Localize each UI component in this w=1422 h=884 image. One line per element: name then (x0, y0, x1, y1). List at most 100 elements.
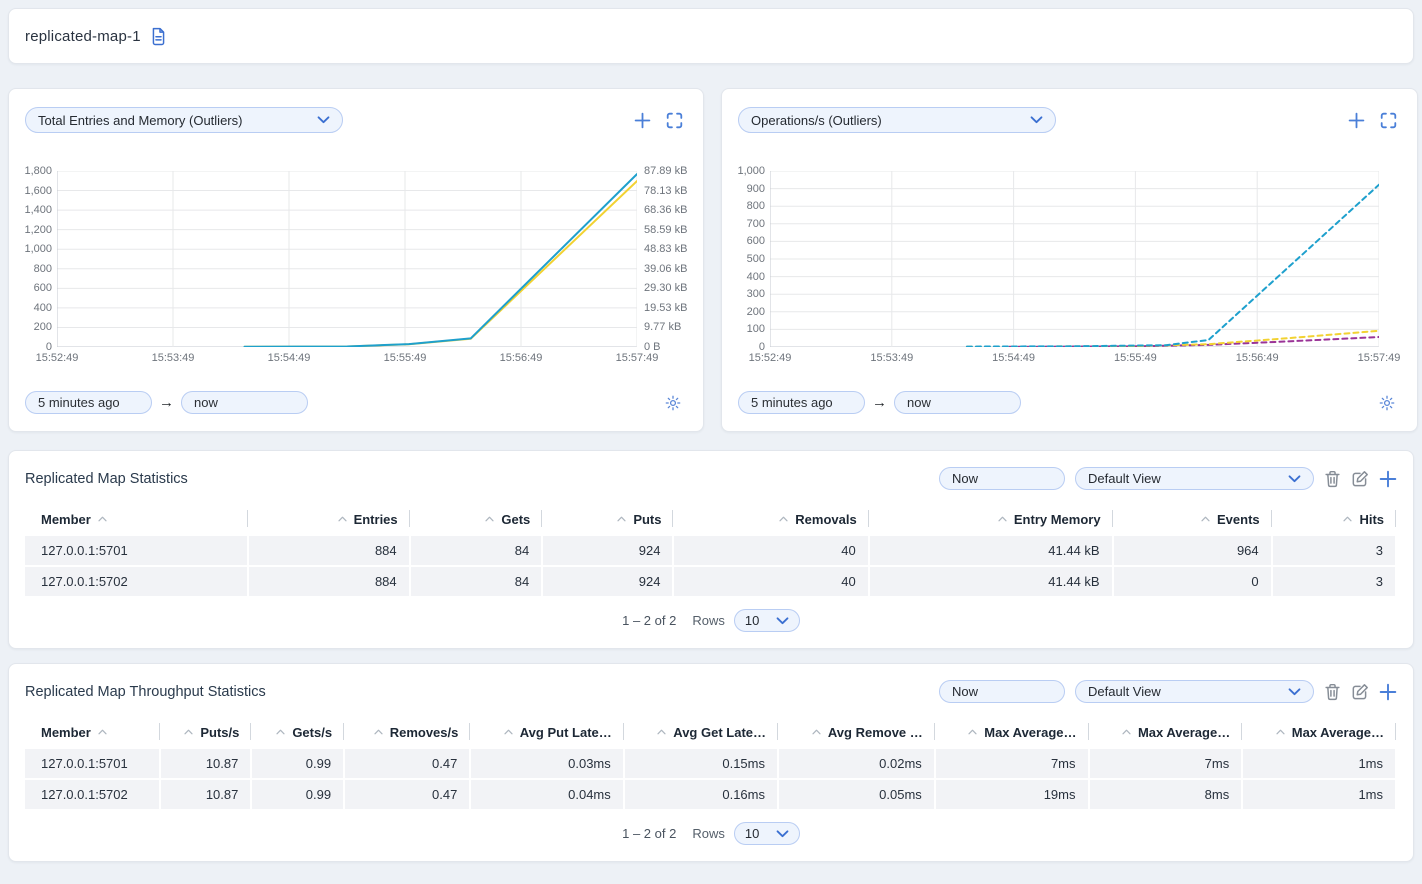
column-header[interactable]: Removals (673, 505, 868, 536)
sort-caret-icon (1201, 510, 1210, 525)
table-cell: 41.44 kB (869, 536, 1113, 566)
fullscreen-button[interactable] (666, 112, 683, 129)
column-header[interactable]: Puts (542, 505, 673, 536)
delete-view-button[interactable] (1324, 470, 1341, 488)
add-table-button[interactable] (1379, 470, 1397, 488)
arrow-right-icon: → (159, 394, 174, 411)
table-cell: 0.47 (344, 749, 470, 779)
column-header[interactable]: Avg Remove … (778, 718, 935, 749)
column-header[interactable]: Max Average… (1089, 718, 1243, 749)
chart-panel-operations: Operations/s (Outliers) (721, 88, 1418, 432)
table-cell: 964 (1113, 536, 1272, 566)
y-axis-left: 1,0009008007006005004003002001000 (738, 171, 770, 347)
table-cell: 8ms (1089, 779, 1243, 810)
table-time-input[interactable]: Now (939, 467, 1065, 490)
rows-per-page-select[interactable]: 10 (734, 822, 800, 845)
sort-caret-icon (998, 510, 1007, 525)
column-header[interactable]: Gets/s (251, 718, 344, 749)
table-cell: 1ms (1242, 779, 1396, 810)
column-header[interactable]: Entry Memory (869, 505, 1113, 536)
pagination: 1 – 2 of 2 Rows 10 (25, 822, 1397, 845)
table-cell: 40 (673, 566, 868, 597)
view-select-value: Default View (1088, 471, 1161, 486)
table-cell: 0.02ms (778, 749, 935, 779)
column-header[interactable]: Member (25, 505, 248, 536)
chart-header: Operations/s (Outliers) (738, 107, 1401, 133)
column-header-label: Avg Put Late… (520, 725, 612, 740)
table-row[interactable]: 127.0.0.1:570210.870.990.470.04ms0.16ms0… (25, 779, 1396, 810)
plus-icon (1379, 470, 1397, 488)
column-header-label: Max Average… (1292, 725, 1384, 740)
rows-label: Rows (692, 826, 725, 841)
time-from-input[interactable]: 5 minutes ago (738, 391, 865, 414)
column-header[interactable]: Max Average… (935, 718, 1089, 749)
column-header[interactable]: Avg Get Late… (624, 718, 778, 749)
y-tick-label: 1,000 (24, 243, 52, 255)
metric-select[interactable]: Total Entries and Memory (Outliers) (25, 107, 343, 133)
table-cell: 3 (1272, 566, 1396, 597)
edit-view-button[interactable] (1351, 470, 1369, 488)
charts-row: Total Entries and Memory (Outliers) (8, 88, 1414, 432)
y-tick-label: 1,400 (24, 204, 52, 216)
column-header[interactable]: Avg Put Late… (470, 718, 623, 749)
time-to-input[interactable]: now (181, 391, 308, 414)
x-tick-label: 15:54:49 (992, 352, 1035, 364)
expand-icon (666, 112, 683, 129)
map-config-document-icon[interactable] (150, 27, 167, 46)
add-table-button[interactable] (1379, 683, 1397, 701)
time-to-input[interactable]: now (894, 391, 1021, 414)
table-time-value: Now (952, 684, 978, 699)
view-select[interactable]: Default View (1075, 680, 1314, 703)
column-header[interactable]: Gets (410, 505, 543, 536)
column-header[interactable]: Puts/s (160, 718, 252, 749)
x-tick-label: 15:53:49 (152, 352, 195, 364)
column-header-label: Removals (795, 512, 856, 527)
column-header[interactable]: Entries (248, 505, 410, 536)
table-cell: 0.15ms (624, 749, 778, 779)
edit-icon (1351, 470, 1369, 488)
column-header[interactable]: Removes/s (344, 718, 470, 749)
rows-per-page-select[interactable]: 10 (734, 609, 800, 632)
column-header[interactable]: Member (25, 718, 160, 749)
column-header[interactable]: Hits (1272, 505, 1396, 536)
y-axis-left: 1,8001,6001,4001,2001,0008006004002000 (25, 171, 57, 347)
edit-view-button[interactable] (1351, 683, 1369, 701)
y-tick-label: 300 (747, 288, 765, 300)
column-header-label: Puts/s (200, 725, 239, 740)
table-row[interactable]: 127.0.0.1:5702884849244041.44 kB03 (25, 566, 1396, 597)
series-line (245, 174, 638, 347)
table-cell: 924 (542, 536, 673, 566)
time-from-input[interactable]: 5 minutes ago (25, 391, 152, 414)
chart-body: 1,0009008007006005004003002001000 15:52:… (738, 171, 1401, 367)
add-chart-button[interactable] (634, 112, 651, 129)
column-header-label: Gets/s (292, 725, 332, 740)
column-header-label: Removes/s (390, 725, 459, 740)
y-tick-label: 19.53 kB (644, 302, 687, 314)
y-tick-label: 58.59 kB (644, 224, 687, 236)
table-time-value: Now (952, 471, 978, 486)
metric-select[interactable]: Operations/s (Outliers) (738, 107, 1056, 133)
x-tick-label: 15:54:49 (268, 352, 311, 364)
y-tick-label: 9.77 kB (644, 321, 681, 333)
table-row[interactable]: 127.0.0.1:570110.870.990.470.03ms0.15ms0… (25, 749, 1396, 779)
y-tick-label: 600 (34, 282, 52, 294)
pagination-range: 1 – 2 of 2 (622, 613, 676, 628)
add-chart-button[interactable] (1348, 112, 1365, 129)
delete-view-button[interactable] (1324, 683, 1341, 701)
sort-caret-icon (657, 723, 666, 738)
column-header[interactable]: Max Average… (1242, 718, 1396, 749)
series-line (245, 181, 638, 347)
rows-label: Rows (692, 613, 725, 628)
table-cell: 10.87 (160, 749, 252, 779)
column-header[interactable]: Events (1113, 505, 1272, 536)
y-tick-label: 800 (34, 263, 52, 275)
chart-settings-button[interactable] (1379, 395, 1401, 411)
chevron-down-icon (1288, 475, 1301, 483)
view-select[interactable]: Default View (1075, 467, 1314, 490)
table-time-input[interactable]: Now (939, 680, 1065, 703)
line-chart (57, 171, 637, 347)
fullscreen-button[interactable] (1380, 112, 1397, 129)
chart-settings-button[interactable] (665, 395, 687, 411)
table-row[interactable]: 127.0.0.1:5701884849244041.44 kB9643 (25, 536, 1396, 566)
column-header-label: Max Average… (984, 725, 1076, 740)
